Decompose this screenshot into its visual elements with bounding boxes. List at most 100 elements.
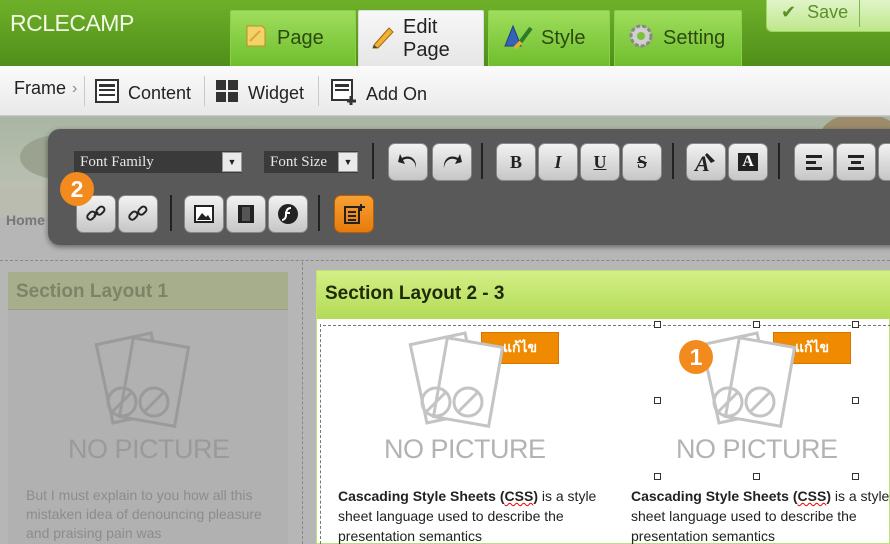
align-center-button[interactable] xyxy=(836,143,876,181)
text-color-button[interactable]: A xyxy=(686,143,726,181)
gear-icon xyxy=(627,22,655,56)
resize-handle[interactable] xyxy=(753,473,760,480)
insert-flash-button[interactable] xyxy=(268,195,308,233)
brand-logo: RCLECAMP xyxy=(10,10,134,36)
divider xyxy=(323,325,890,326)
no-picture-label: NO PICTURE xyxy=(68,434,230,464)
divider xyxy=(672,143,674,179)
card-text: Cascading Style Sheets (CSS) is a style … xyxy=(631,486,890,544)
breadcrumb-home[interactable]: Home xyxy=(6,212,45,228)
tab-setting[interactable]: Setting xyxy=(614,10,742,66)
card-text-bold: Cascading Style Sheets ( xyxy=(338,488,505,504)
divider xyxy=(84,76,85,106)
divider xyxy=(320,324,321,544)
add-on-button[interactable]: Add On xyxy=(330,78,427,111)
unlink-button[interactable] xyxy=(118,195,158,233)
card-text: Cascading Style Sheets (CSS) is a style … xyxy=(338,486,598,544)
chevron-down-icon: ▼ xyxy=(338,152,358,172)
font-family-value: Font Family xyxy=(80,153,154,170)
insert-image-button[interactable] xyxy=(184,195,224,233)
text-format-toolbar: Font Family ▼ Font Size ▼ B I U S A A xyxy=(48,129,890,245)
no-picture-icon xyxy=(398,330,508,440)
divider xyxy=(372,143,374,179)
no-picture-label: NO PICTURE xyxy=(676,434,838,464)
italic-button[interactable]: I xyxy=(538,143,578,181)
underline-button[interactable]: U xyxy=(580,143,620,181)
link-icon xyxy=(86,205,106,221)
save-button[interactable]: ✔ Save xyxy=(766,0,890,32)
resize-handle[interactable] xyxy=(654,321,661,328)
resize-handle[interactable] xyxy=(852,397,859,404)
align-left-button[interactable] xyxy=(794,143,834,181)
add-on-icon xyxy=(330,78,358,111)
widget-button[interactable]: Widget xyxy=(214,78,304,109)
widget-label: Widget xyxy=(248,83,305,103)
divider xyxy=(302,262,303,544)
brush-icon xyxy=(501,22,533,56)
unlink-icon xyxy=(128,205,148,221)
section-2-title: Section Layout 2 - 3 xyxy=(317,271,890,319)
bold-button[interactable]: B xyxy=(496,143,536,181)
undo-icon xyxy=(398,154,417,168)
frame-breadcrumb[interactable]: Frame › xyxy=(14,78,77,99)
tab-page[interactable]: Page xyxy=(230,10,356,66)
divider xyxy=(204,76,205,106)
resize-handle[interactable] xyxy=(753,321,760,328)
highlight-icon: A xyxy=(738,153,758,171)
highlight-button[interactable]: A xyxy=(728,143,768,181)
tab-style[interactable]: Style xyxy=(488,10,610,66)
tab-edit-page-label: Edit Page xyxy=(403,15,450,61)
step-badge-1: 1 xyxy=(679,340,713,374)
page-icon xyxy=(243,23,269,55)
redo-icon xyxy=(443,154,462,168)
pencil-icon xyxy=(371,23,395,55)
section-1-text: But I must explain to you how all this m… xyxy=(26,487,262,541)
tab-setting-label: Setting xyxy=(663,27,726,49)
divider xyxy=(170,195,172,231)
divider xyxy=(0,260,890,261)
save-divider xyxy=(859,0,860,27)
divider xyxy=(318,195,320,231)
align-left-icon xyxy=(806,155,822,170)
card-text-css: CSS xyxy=(797,488,827,504)
frame-label: Frame xyxy=(14,78,67,98)
no-picture-label: NO PICTURE xyxy=(384,434,546,464)
resize-handle[interactable] xyxy=(654,397,661,404)
content-label: Content xyxy=(128,83,192,103)
tab-page-label: Page xyxy=(277,27,324,49)
align-center-icon xyxy=(848,155,864,170)
resize-handle[interactable] xyxy=(852,473,859,480)
resize-handle[interactable] xyxy=(654,473,661,480)
undo-button[interactable] xyxy=(388,143,428,181)
divider xyxy=(481,143,483,179)
card-text-bold: Cascading Style Sheets ( xyxy=(631,488,798,504)
tab-style-label: Style xyxy=(541,27,586,49)
content-button[interactable]: Content xyxy=(94,78,191,109)
redo-button[interactable] xyxy=(432,143,472,181)
check-icon: ✔ xyxy=(781,2,797,22)
widget-icon xyxy=(214,78,240,109)
template-add-icon xyxy=(344,204,365,224)
card-text-css: CSS xyxy=(504,488,534,504)
font-size-select[interactable]: Font Size ▼ xyxy=(264,151,358,173)
no-picture-icon xyxy=(84,330,194,440)
tab-edit-page[interactable]: Edit Page xyxy=(358,10,484,66)
font-size-value: Font Size xyxy=(270,153,328,170)
flash-icon xyxy=(278,204,298,224)
align-right-button[interactable] xyxy=(878,143,890,181)
divider xyxy=(778,143,780,179)
font-family-select[interactable]: Font Family ▼ xyxy=(74,151,242,173)
content-icon xyxy=(94,78,120,109)
chevron-down-icon: ▼ xyxy=(222,152,242,172)
insert-template-button[interactable] xyxy=(334,195,374,233)
top-bar: RCLECAMP Page Edit Page Style Setting ✔ … xyxy=(0,0,890,66)
film-icon xyxy=(238,205,254,223)
image-icon xyxy=(194,205,214,223)
save-label: Save xyxy=(807,2,849,22)
resize-handle[interactable] xyxy=(852,321,859,328)
insert-video-button[interactable] xyxy=(226,195,266,233)
text-color-icon: A xyxy=(693,151,715,175)
add-on-label: Add On xyxy=(366,84,428,104)
strikethrough-button[interactable]: S xyxy=(622,143,662,181)
divider xyxy=(318,76,319,106)
